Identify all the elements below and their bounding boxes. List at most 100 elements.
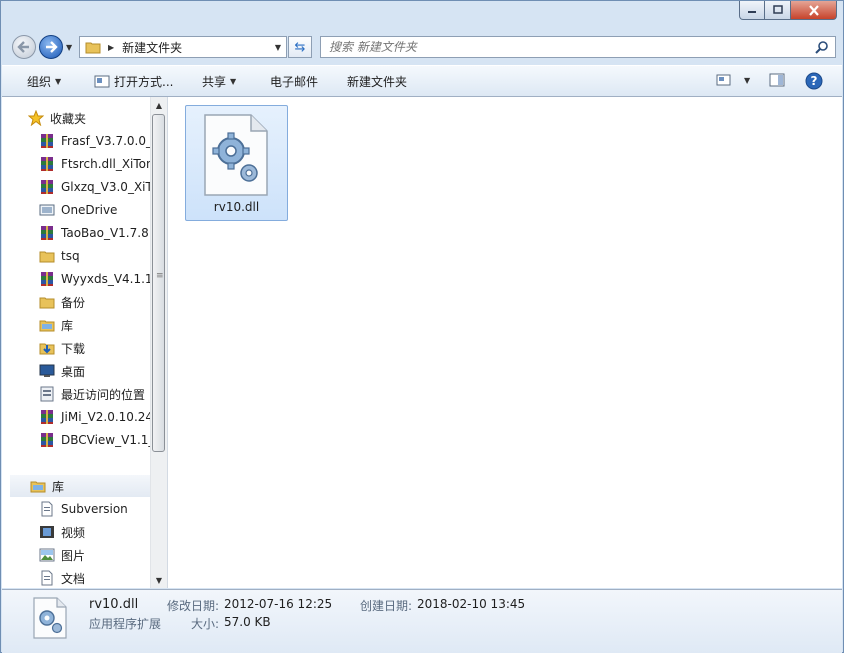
share-button[interactable]: 共享 ▼ — [202, 73, 236, 90]
rar-archive-icon — [39, 133, 55, 149]
address-row: ▼ ▶ 新建文件夹 ▼ ⇆ — [1, 33, 843, 61]
video-library-icon — [39, 524, 55, 540]
pane-divider[interactable] — [167, 97, 168, 588]
open-with-label: 打开方式... — [114, 75, 174, 89]
sidebar-item[interactable]: tsq — [39, 245, 150, 267]
document-library-icon — [39, 501, 55, 517]
sidebar-item[interactable]: 图片 — [39, 544, 150, 566]
address-dropdown-icon[interactable]: ▼ — [275, 43, 281, 52]
sidebar-item[interactable]: 备份 — [39, 291, 150, 313]
details-modified-label: 修改日期: — [167, 599, 220, 613]
sidebar-item[interactable]: Frasf_V3.7.0.0_X — [39, 130, 150, 152]
sidebar-item[interactable]: 桌面 — [39, 360, 150, 382]
sidebar-item-label: JiMi_V2.0.10.24_ — [61, 410, 150, 424]
scroll-down-arrow[interactable]: ▼ — [151, 572, 167, 588]
command-bar: 组织 ▼ 打开方式... 共享 ▼ 电子邮件 新建文件夹 ▼ ? — [2, 65, 842, 97]
arrow-right-icon — [46, 41, 58, 53]
address-bar[interactable]: ▶ 新建文件夹 ▼ — [79, 36, 287, 58]
details-created-label: 创建日期: — [360, 599, 413, 613]
recent-places-icon — [39, 386, 55, 402]
library-icon — [30, 478, 46, 494]
sidebar-item-label: 视频 — [61, 525, 86, 540]
sidebar-item-label: DBCView_V1.1_ — [61, 433, 150, 447]
dll-file-icon — [204, 114, 268, 196]
rar-archive-icon — [39, 409, 55, 425]
sidebar-item-label: 最近访问的位置 — [61, 387, 146, 402]
rar-archive-icon — [39, 225, 55, 241]
maximize-icon — [772, 5, 783, 14]
preview-pane-icon — [769, 73, 785, 87]
search-icon[interactable] — [815, 40, 829, 54]
sidebar-item-label: 桌面 — [61, 364, 86, 379]
recent-pages-dropdown[interactable]: ▼ — [66, 43, 72, 52]
sidebar-item-label: 下载 — [61, 341, 86, 356]
sidebar-item[interactable]: OneDrive — [39, 199, 150, 221]
breadcrumb-current-folder[interactable]: 新建文件夹 — [122, 39, 182, 56]
details-filename: rv10.dll — [89, 597, 139, 612]
view-icon — [716, 74, 731, 86]
minimize-icon — [748, 11, 756, 13]
details-modified-value: 2012-07-16 12:25 — [224, 597, 333, 611]
close-icon — [808, 4, 819, 16]
close-button[interactable] — [791, 1, 837, 20]
scrollbar-grip-icon: ≡ — [156, 271, 164, 281]
sidebar-libraries-header[interactable]: 库 — [10, 475, 150, 497]
email-label: 电子邮件 — [270, 75, 319, 89]
new-folder-label: 新建文件夹 — [347, 75, 408, 89]
scrollbar-thumb[interactable]: ≡ — [152, 114, 165, 452]
help-button[interactable]: ? — [805, 72, 823, 90]
sidebar-item[interactable]: Subversion — [39, 498, 150, 520]
back-button[interactable] — [12, 35, 36, 59]
refresh-icon: ⇆ — [294, 39, 306, 55]
search-box[interactable] — [320, 36, 836, 58]
navigation-pane: 收藏夹 Frasf_V3.7.0.0_X Ftsrch.dll_XiTon Glxz… — [2, 97, 150, 588]
sidebar-item[interactable]: JiMi_V2.0.10.24_ — [39, 406, 150, 428]
sidebar-item-label: Glxzq_V3.0_XiTo — [61, 180, 150, 194]
change-view-button[interactable]: ▼ — [716, 73, 750, 87]
sidebar-item[interactable]: 文档 — [39, 567, 150, 588]
title-bar — [1, 1, 843, 31]
open-with-button[interactable]: 打开方式... — [94, 73, 173, 90]
desktop-icon — [39, 363, 55, 379]
sidebar-item[interactable]: Wyyxds_V4.1.1. — [39, 268, 150, 290]
svg-text:?: ? — [811, 74, 818, 88]
minimize-button[interactable] — [739, 1, 765, 20]
sidebar-item-label: Wyyxds_V4.1.1. — [61, 272, 150, 286]
preview-pane-button[interactable] — [769, 73, 785, 87]
breadcrumb-separator-icon[interactable]: ▶ — [108, 43, 114, 52]
sidebar-item-label: 备份 — [61, 295, 86, 310]
library-icon — [39, 317, 55, 333]
sidebar-item[interactable]: Glxzq_V3.0_XiTo — [39, 176, 150, 198]
organize-label: 组织 — [27, 75, 52, 89]
sidebar-item[interactable]: 视频 — [39, 521, 150, 543]
sidebar-item[interactable]: TaoBao_V1.7.8. — [39, 222, 150, 244]
scroll-up-arrow[interactable]: ▲ — [151, 97, 167, 113]
organize-button[interactable]: 组织 ▼ — [27, 73, 61, 90]
folder-icon — [39, 248, 55, 264]
new-folder-button[interactable]: 新建文件夹 — [347, 73, 407, 90]
navigation-scrollbar[interactable]: ▲ ≡ ▼ — [150, 97, 167, 588]
sidebar-item[interactable]: DBCView_V1.1_ — [39, 429, 150, 451]
open-with-icon — [94, 75, 110, 87]
rar-archive-icon — [39, 271, 55, 287]
refresh-button[interactable]: ⇆ — [288, 36, 312, 58]
file-name-label: rv10.dll — [213, 200, 260, 214]
onedrive-icon — [39, 202, 55, 218]
maximize-button[interactable] — [765, 1, 791, 20]
view-options-dropdown-icon[interactable]: ▼ — [744, 76, 750, 85]
sidebar-item[interactable]: 最近访问的位置 — [39, 383, 150, 405]
sidebar-item[interactable]: 库 — [39, 314, 150, 336]
file-item[interactable]: rv10.dll — [185, 105, 288, 221]
sidebar-item[interactable]: Ftsrch.dll_XiTon — [39, 153, 150, 175]
email-button[interactable]: 电子邮件 — [270, 73, 318, 90]
forward-button[interactable] — [39, 35, 63, 59]
search-input[interactable] — [321, 39, 815, 55]
explorer-window: ▼ ▶ 新建文件夹 ▼ ⇆ 组织 ▼ 打开方式... 共享 ▼ 电子邮件 — [0, 0, 844, 653]
rar-archive-icon — [39, 156, 55, 172]
dll-file-icon — [33, 597, 67, 639]
chevron-down-icon: ▼ — [55, 77, 62, 86]
sidebar-favorites-label: 收藏夹 — [50, 111, 87, 126]
sidebar-favorites-header[interactable]: 收藏夹 — [28, 107, 150, 129]
window-controls — [739, 1, 837, 20]
sidebar-item[interactable]: 下载 — [39, 337, 150, 359]
